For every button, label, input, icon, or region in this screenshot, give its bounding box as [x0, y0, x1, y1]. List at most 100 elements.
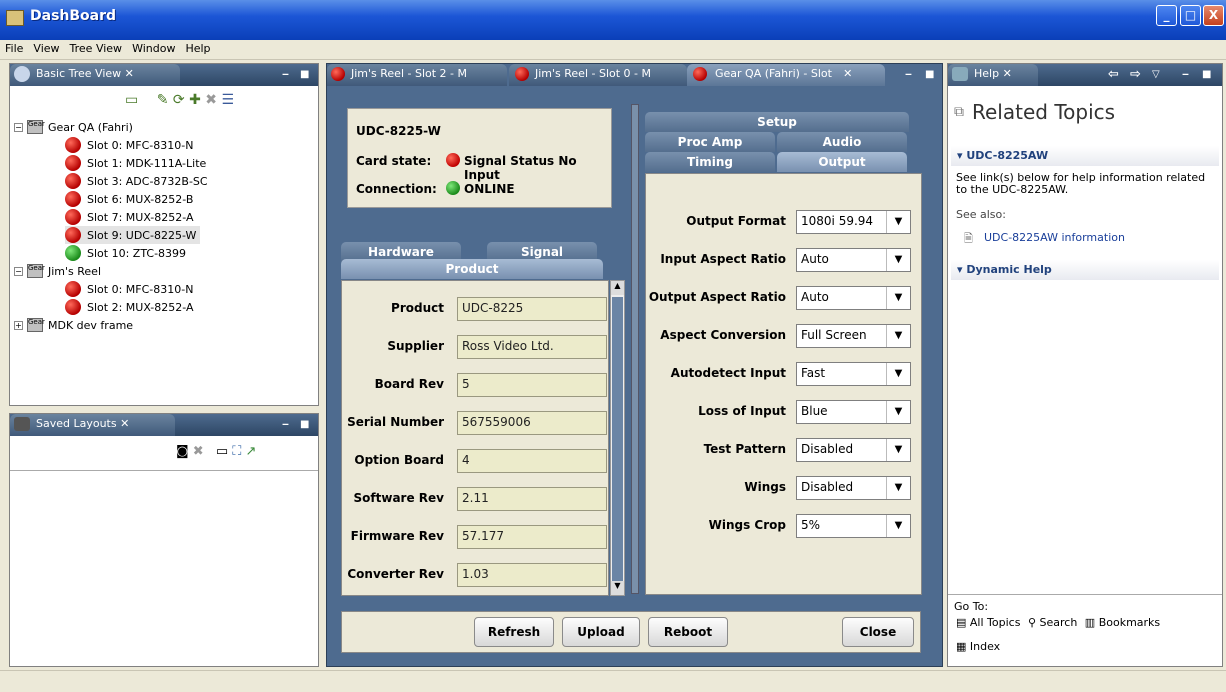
export-icon[interactable]: ↗: [246, 444, 257, 459]
close-tab-icon[interactable]: ✕: [1003, 67, 1012, 80]
tree-node[interactable]: Slot 0: MFC-8310-N: [65, 136, 193, 154]
save-layout-icon[interactable]: ◙: [176, 444, 189, 459]
editor-tab-active[interactable]: Gear QA (Fahri) - Slot ✕: [687, 64, 885, 86]
splitter[interactable]: [631, 104, 639, 594]
editor-tab[interactable]: Jim's Reel - Slot 2 - M: [327, 64, 507, 86]
tab-basic-tree-view[interactable]: Basic Tree View ✕: [10, 64, 180, 86]
index-link[interactable]: Index: [970, 640, 1000, 653]
minimize-button[interactable]: _: [1156, 5, 1177, 26]
output-aspect-ratio-select[interactable]: Auto ▼: [796, 286, 911, 310]
help-link[interactable]: UDC-8225AW information: [984, 231, 1125, 244]
menu-icon[interactable]: ▽: [1152, 69, 1160, 80]
delete-icon[interactable]: ✖: [193, 444, 204, 459]
tree-node[interactable]: Slot 0: MFC-8310-N: [65, 280, 193, 298]
maximize-panel-icon[interactable]: ■: [300, 419, 309, 430]
tree-node[interactable]: − Gear Gear QA (Fahri): [14, 118, 133, 136]
collapse-icon[interactable]: −: [14, 266, 23, 276]
menu-view[interactable]: View: [28, 40, 64, 57]
close-tab-icon[interactable]: ✕: [835, 67, 852, 80]
dropdown-arrow-icon[interactable]: ▼: [886, 363, 910, 385]
minimize-panel-icon[interactable]: ‒: [282, 69, 289, 80]
tree-node[interactable]: Slot 7: MUX-8252-A: [65, 208, 194, 226]
upload-button[interactable]: Upload: [562, 617, 640, 647]
tab-setup[interactable]: Setup: [645, 112, 909, 132]
minimize-panel-icon[interactable]: ‒: [905, 69, 912, 80]
restore-icon[interactable]: ▭: [216, 444, 228, 459]
tree-node-selected[interactable]: Slot 9: UDC-8225-W: [65, 226, 201, 244]
scroll-down-icon[interactable]: ▼: [611, 581, 624, 595]
output-format-select[interactable]: 1080i 59.94 ▼: [796, 210, 911, 234]
section-udc[interactable]: ▾ UDC-8225AW: [951, 146, 1219, 166]
aspect-conversion-select[interactable]: Full Screen ▼: [796, 324, 911, 348]
maximize-panel-icon[interactable]: ■: [925, 69, 934, 80]
autodetect-input-select[interactable]: Fast ▼: [796, 362, 911, 386]
scroll-thumb[interactable]: [612, 297, 623, 581]
reboot-button[interactable]: Reboot: [648, 617, 728, 647]
help-description: See link(s) below for help information r…: [956, 171, 1206, 196]
input-aspect-ratio-select[interactable]: Auto ▼: [796, 248, 911, 272]
collapse-icon: ▾: [957, 149, 967, 162]
wand-icon[interactable]: ✎: [157, 92, 169, 108]
dropdown-arrow-icon[interactable]: ▼: [886, 439, 910, 461]
close-tab-icon[interactable]: ✕: [125, 67, 134, 80]
tab-help[interactable]: Help ✕: [948, 64, 1038, 86]
product-scrollbar[interactable]: ▲ ▼: [610, 280, 625, 596]
back-icon[interactable]: ⇦: [1108, 67, 1119, 82]
connection-label: Connection:: [356, 182, 437, 196]
dropdown-arrow-icon[interactable]: ▼: [886, 211, 910, 233]
expand-icon[interactable]: +: [14, 320, 23, 330]
tab-audio[interactable]: Audio: [777, 132, 907, 152]
refresh-button[interactable]: Refresh: [474, 617, 554, 647]
new-icon[interactable]: ▭: [125, 92, 138, 108]
tab-proc-amp[interactable]: Proc Amp: [645, 132, 775, 152]
fit-icon[interactable]: ⛶: [232, 444, 241, 459]
close-editor-button[interactable]: Close: [842, 617, 914, 647]
menu-tree-view[interactable]: Tree View: [65, 40, 128, 57]
close-button[interactable]: X: [1203, 5, 1224, 26]
tree-node[interactable]: Slot 6: MUX-8252-B: [65, 190, 193, 208]
tab-timing[interactable]: Timing: [645, 152, 775, 172]
menu-window[interactable]: Window: [127, 40, 180, 57]
tree-node[interactable]: Slot 1: MDK-111A-Lite: [65, 154, 206, 172]
bookmarks-link[interactable]: Bookmarks: [1099, 616, 1160, 629]
minimize-panel-icon[interactable]: ‒: [1182, 69, 1189, 80]
dropdown-arrow-icon[interactable]: ▼: [886, 477, 910, 499]
test-pattern-select[interactable]: Disabled ▼: [796, 438, 911, 462]
maximize-panel-icon[interactable]: ■: [1202, 69, 1211, 80]
loss-of-input-select[interactable]: Blue ▼: [796, 400, 911, 424]
dropdown-arrow-icon[interactable]: ▼: [886, 515, 910, 537]
menu-help[interactable]: Help: [180, 40, 215, 57]
minimize-panel-icon[interactable]: ‒: [282, 419, 289, 430]
tree-layout-icon[interactable]: ☰: [221, 92, 234, 108]
tab-output[interactable]: Output: [777, 152, 907, 172]
tree-node[interactable]: + Gear MDK dev frame: [14, 316, 133, 334]
wings-select[interactable]: Disabled ▼: [796, 476, 911, 500]
tree-node[interactable]: Slot 10: ZTC-8399: [65, 244, 186, 262]
tree-node[interactable]: Slot 2: MUX-8252-A: [65, 298, 194, 316]
status-red-icon: [65, 155, 81, 171]
menu-file[interactable]: File: [0, 40, 28, 57]
scroll-up-icon[interactable]: ▲: [611, 281, 624, 295]
editor-tab[interactable]: Jim's Reel - Slot 0 - M: [509, 64, 687, 86]
refresh-icon[interactable]: ⟳: [173, 92, 185, 108]
collapse-icon[interactable]: −: [14, 122, 23, 132]
tab-product[interactable]: Product: [341, 259, 603, 279]
dropdown-arrow-icon[interactable]: ▼: [886, 401, 910, 423]
delete-icon[interactable]: ✖: [205, 92, 217, 108]
add-icon[interactable]: ✚: [189, 92, 201, 108]
dropdown-arrow-icon[interactable]: ▼: [886, 287, 910, 309]
all-topics-link[interactable]: All Topics: [970, 616, 1021, 629]
section-dynamic-help[interactable]: ▾ Dynamic Help: [951, 260, 1219, 280]
maximize-button[interactable]: □: [1180, 5, 1201, 26]
tab-saved-layouts[interactable]: Saved Layouts ✕: [10, 414, 175, 436]
search-link[interactable]: Search: [1040, 616, 1078, 629]
tree-node[interactable]: Slot 3: ADC-8732B-SC: [65, 172, 208, 190]
forward-icon[interactable]: ⇨: [1130, 67, 1141, 82]
wings-crop-select[interactable]: 5% ▼: [796, 514, 911, 538]
dropdown-arrow-icon[interactable]: ▼: [886, 325, 910, 347]
frame-icon: Gear: [27, 318, 45, 332]
close-tab-icon[interactable]: ✕: [120, 417, 129, 430]
tree-node[interactable]: − Gear Jim's Reel: [14, 262, 101, 280]
dropdown-arrow-icon[interactable]: ▼: [886, 249, 910, 271]
maximize-panel-icon[interactable]: ■: [300, 69, 309, 80]
